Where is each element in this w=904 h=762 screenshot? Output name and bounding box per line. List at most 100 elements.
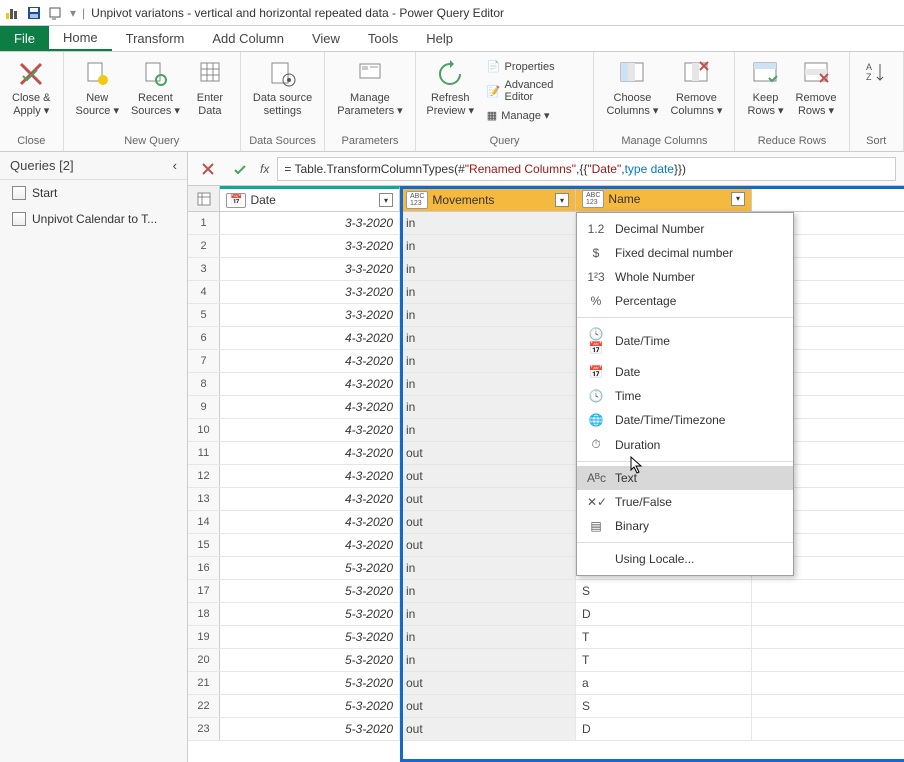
cell-name[interactable]: D <box>576 718 752 740</box>
tab-help[interactable]: Help <box>412 26 467 51</box>
tab-add-column[interactable]: Add Column <box>198 26 298 51</box>
tab-home[interactable]: Home <box>49 26 112 51</box>
tab-file[interactable]: File <box>0 26 49 51</box>
cell-movements[interactable]: in <box>400 603 576 625</box>
type-menu-item[interactable]: ✕✓True/False <box>577 490 793 514</box>
cell-date[interactable]: 4-3-2020 <box>220 511 400 533</box>
enter-data-button[interactable]: Enter Data <box>186 56 234 119</box>
cell-movements[interactable]: in <box>400 580 576 602</box>
table-row[interactable]: 185-3-2020inD <box>188 603 904 626</box>
cell-name[interactable]: T <box>576 649 752 671</box>
cell-name[interactable]: S <box>576 695 752 717</box>
cell-movements[interactable]: in <box>400 235 576 257</box>
sort-button[interactable]: AZ <box>856 56 898 94</box>
cell-name[interactable]: a <box>576 672 752 694</box>
cell-movements[interactable]: in <box>400 281 576 303</box>
cell-date[interactable]: 4-3-2020 <box>220 465 400 487</box>
table-row[interactable]: 215-3-2020outa <box>188 672 904 695</box>
accept-formula-button[interactable] <box>228 157 252 181</box>
cell-movements[interactable]: out <box>400 511 576 533</box>
customize-qat-icon[interactable] <box>48 5 64 21</box>
column-header-name[interactable]: ABC 123 Name ▾ <box>576 186 752 211</box>
cell-date[interactable]: 3-3-2020 <box>220 235 400 257</box>
cell-date[interactable]: 4-3-2020 <box>220 373 400 395</box>
cell-date[interactable]: 5-3-2020 <box>220 695 400 717</box>
table-row[interactable]: 74-3-2020in <box>188 350 904 373</box>
type-menu-item[interactable]: AᴮcText <box>577 466 793 490</box>
cell-movements[interactable]: in <box>400 419 576 441</box>
query-item-start[interactable]: Start <box>0 180 187 206</box>
table-row[interactable]: 33-3-2020in <box>188 258 904 281</box>
cell-movements[interactable]: out <box>400 442 576 464</box>
table-row[interactable]: 104-3-2020in <box>188 419 904 442</box>
advanced-editor-button[interactable]: 📝Advanced Editor <box>483 77 584 105</box>
table-row[interactable]: 195-3-2020inT <box>188 626 904 649</box>
filter-dropdown[interactable]: ▾ <box>731 192 745 206</box>
cell-movements[interactable]: out <box>400 465 576 487</box>
cell-movements[interactable]: out <box>400 695 576 717</box>
cell-date[interactable]: 4-3-2020 <box>220 419 400 441</box>
filter-dropdown[interactable]: ▾ <box>555 193 569 207</box>
type-menu-item[interactable]: $Fixed decimal number <box>577 241 793 265</box>
type-icon-any[interactable]: ABC 123 <box>582 190 604 208</box>
cell-date[interactable]: 5-3-2020 <box>220 649 400 671</box>
table-row[interactable]: 94-3-2020in <box>188 396 904 419</box>
table-row[interactable]: 13-3-2020in <box>188 212 904 235</box>
formula-input[interactable]: = Table.TransformColumnTypes(#"Renamed C… <box>277 157 896 181</box>
table-row[interactable]: 165-3-2020ina <box>188 557 904 580</box>
close-apply-button[interactable]: Close & Apply ▾ <box>6 56 57 119</box>
choose-columns-button[interactable]: Choose Columns ▾ <box>600 56 664 119</box>
cell-date[interactable]: 4-3-2020 <box>220 488 400 510</box>
tab-view[interactable]: View <box>298 26 354 51</box>
type-menu-item[interactable]: Using Locale... <box>577 547 793 571</box>
type-menu-item[interactable]: 🕓📅Date/Time <box>577 322 793 360</box>
table-row[interactable]: 23-3-2020in <box>188 235 904 258</box>
cell-movements[interactable]: out <box>400 488 576 510</box>
type-menu-item[interactable]: 1.2Decimal Number <box>577 217 793 241</box>
table-row[interactable]: 64-3-2020in <box>188 327 904 350</box>
cell-movements[interactable]: in <box>400 327 576 349</box>
cell-date[interactable]: 3-3-2020 <box>220 258 400 280</box>
type-menu-item[interactable]: 🌐Date/Time/Timezone <box>577 408 793 432</box>
cell-date[interactable]: 3-3-2020 <box>220 304 400 326</box>
cell-name[interactable]: T <box>576 626 752 648</box>
type-menu-item[interactable]: 🕓Time <box>577 384 793 408</box>
table-row[interactable]: 175-3-2020inS <box>188 580 904 603</box>
cell-name[interactable]: D <box>576 603 752 625</box>
data-source-settings-button[interactable]: Data source settings <box>247 56 318 119</box>
cell-date[interactable]: 3-3-2020 <box>220 212 400 234</box>
keep-rows-button[interactable]: Keep Rows ▾ <box>741 56 789 119</box>
cell-movements[interactable]: in <box>400 304 576 326</box>
query-item-unpivot[interactable]: Unpivot Calendar to T... <box>0 206 187 232</box>
cell-movements[interactable]: in <box>400 557 576 579</box>
type-menu-item[interactable]: ▤Binary <box>577 514 793 538</box>
type-menu-item[interactable]: %Percentage <box>577 289 793 313</box>
table-row[interactable]: 154-3-2020out <box>188 534 904 557</box>
cell-movements[interactable]: in <box>400 350 576 372</box>
cell-movements[interactable]: in <box>400 626 576 648</box>
table-row[interactable]: 144-3-2020out <box>188 511 904 534</box>
remove-rows-button[interactable]: Remove Rows ▾ <box>790 56 843 119</box>
cell-movements[interactable]: out <box>400 534 576 556</box>
collapse-chevron-icon[interactable]: ‹ <box>173 158 177 173</box>
cell-date[interactable]: 4-3-2020 <box>220 327 400 349</box>
manage-query-button[interactable]: ▦Manage ▾ <box>483 107 584 124</box>
remove-columns-button[interactable]: Remove Columns ▾ <box>664 56 728 119</box>
cell-movements[interactable]: in <box>400 373 576 395</box>
table-row[interactable]: 124-3-2020out <box>188 465 904 488</box>
cancel-formula-button[interactable] <box>196 157 220 181</box>
type-menu-item[interactable]: 📅Date <box>577 360 793 384</box>
cell-date[interactable]: 5-3-2020 <box>220 626 400 648</box>
table-row[interactable]: 235-3-2020outD <box>188 718 904 741</box>
column-header-movements[interactable]: ABC 123 Movements ▾ <box>400 186 576 211</box>
table-row[interactable]: 134-3-2020out <box>188 488 904 511</box>
cell-name[interactable]: S <box>576 580 752 602</box>
cell-date[interactable]: 5-3-2020 <box>220 672 400 694</box>
table-icon-corner[interactable] <box>188 186 220 211</box>
cell-movements[interactable]: in <box>400 258 576 280</box>
cell-movements[interactable]: out <box>400 718 576 740</box>
table-row[interactable]: 53-3-2020in <box>188 304 904 327</box>
new-source-button[interactable]: New Source ▾ <box>70 56 125 119</box>
refresh-preview-button[interactable]: Refresh Preview ▾ <box>422 56 479 119</box>
table-row[interactable]: 225-3-2020outS <box>188 695 904 718</box>
